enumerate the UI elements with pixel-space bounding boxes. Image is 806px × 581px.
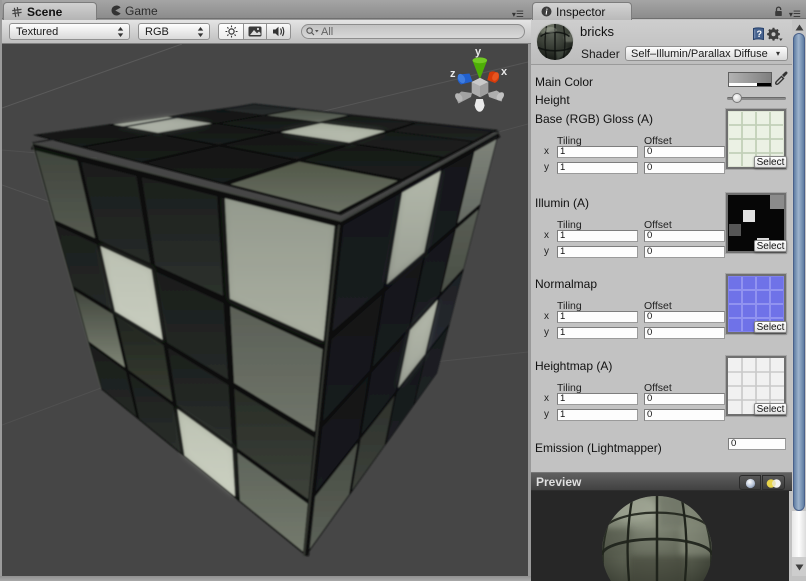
svg-text:z: z xyxy=(450,68,456,80)
svg-text:y: y xyxy=(475,46,482,58)
svg-text:x: x xyxy=(501,66,508,78)
svg-text:?: ? xyxy=(757,29,763,39)
